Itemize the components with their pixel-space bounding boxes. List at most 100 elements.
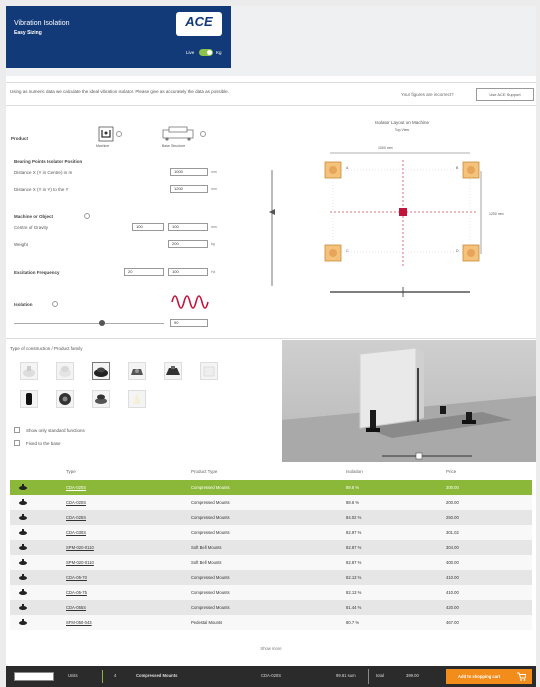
- row-type-link[interactable]: CDA-055S: [66, 605, 86, 610]
- family-thumb[interactable]: [56, 362, 74, 380]
- product-help-icon[interactable]: [116, 131, 122, 137]
- table-row[interactable]: CDA-025S Compressed Mounts 84.02 % 250.00: [10, 510, 532, 525]
- input-form: Product Machine Base Structure Bearing P…: [6, 114, 261, 334]
- isolation-slider-handle[interactable]: [99, 320, 105, 326]
- centre-gravity-x-input[interactable]: 100: [132, 223, 164, 231]
- table-row[interactable]: CDA-020S Compressed Mounts 89.8 % 200.00: [10, 480, 532, 495]
- distance-y-label: Distance X (Y in Y) to the Y: [14, 187, 69, 192]
- row-price: 250.00: [446, 515, 459, 520]
- weight-input[interactable]: 200: [168, 240, 208, 248]
- row-type-link[interactable]: CDA-025S: [66, 515, 86, 520]
- machine-option-label: Machine: [96, 144, 110, 148]
- isolation-input[interactable]: 90: [170, 319, 208, 327]
- mount-icon: [19, 544, 27, 550]
- quantity-box[interactable]: [14, 672, 54, 681]
- mount-icon: [19, 604, 27, 610]
- row-price: 200.00: [446, 485, 459, 490]
- col-header-type[interactable]: Type: [66, 469, 76, 474]
- family-thumb[interactable]: [20, 362, 38, 380]
- quantity-value: 4: [114, 673, 117, 678]
- isolator-icon[interactable]: [462, 161, 480, 179]
- machine-option-icon[interactable]: [98, 126, 114, 142]
- fixed-base-checkbox[interactable]: [14, 440, 20, 446]
- show-more-link[interactable]: Show more: [6, 646, 536, 651]
- col-header-product[interactable]: Product Type: [191, 469, 217, 474]
- centre-gravity-y-input[interactable]: 100: [168, 223, 208, 231]
- corner-label: A: [346, 166, 349, 170]
- footer-product-code: CDA-020S: [261, 673, 282, 678]
- row-isolation: 82.87 %: [346, 545, 362, 550]
- row-isolation: 80.7 %: [346, 620, 360, 625]
- row-price: 410.00: [446, 590, 459, 595]
- structure-help-icon[interactable]: [200, 131, 206, 137]
- unit-kg: kg: [211, 242, 215, 246]
- family-thumb[interactable]: [20, 390, 38, 408]
- machine-heading: Machine or Object: [14, 214, 54, 219]
- footer-product-type: Compressed Mounts: [136, 673, 178, 678]
- table-row[interactable]: CDA-055S Compressed Mounts 81.44 % 420.00: [10, 600, 532, 615]
- family-thumb[interactable]: [164, 362, 182, 380]
- standard-functions-checkbox[interactable]: [14, 427, 20, 433]
- centre-gravity-label: Centre of Gravity: [14, 225, 49, 230]
- isolator-icon[interactable]: [324, 244, 342, 262]
- family-thumb[interactable]: [92, 362, 110, 380]
- add-to-cart-button[interactable]: Add to shopping cart: [446, 669, 532, 684]
- table-row[interactable]: CDA-05-70 Compressed Mounts 82.13 % 410.00: [10, 570, 532, 585]
- base-structure-option-icon[interactable]: [161, 126, 197, 142]
- footer-total: 399.00: [406, 673, 419, 678]
- row-isolation: 82.97 %: [346, 530, 362, 535]
- row-product-type: Compressed Mounts: [191, 500, 230, 505]
- layout-plan: Isolator Layout on Machine Top View 1000…: [268, 116, 536, 338]
- row-isolation: 82.13 %: [346, 575, 362, 580]
- machine-help-icon[interactable]: [84, 213, 90, 219]
- family-thumb[interactable]: [92, 390, 110, 408]
- table-row[interactable]: CDA-05-75 Compressed Mounts 82.13 % 410.00: [10, 585, 532, 600]
- isolation-slider-track[interactable]: [14, 323, 164, 324]
- row-type-link[interactable]: SPM-020-0110: [66, 545, 94, 550]
- row-type-link[interactable]: CDA-05-70: [66, 575, 87, 580]
- mount-icon: [19, 514, 27, 520]
- row-type-link[interactable]: CDA-030S: [66, 530, 86, 535]
- ace-logo[interactable]: ACE: [176, 12, 222, 36]
- unit-toggle[interactable]: [199, 49, 213, 56]
- distance-y-input[interactable]: 1200: [170, 185, 208, 193]
- family-thumb[interactable]: [128, 390, 146, 408]
- row-type-link[interactable]: CDA-020S: [66, 500, 86, 505]
- family-thumb[interactable]: [200, 362, 218, 380]
- mount-icon: [19, 559, 27, 565]
- row-type-link[interactable]: CDA-05-75: [66, 590, 87, 595]
- 3d-preview[interactable]: [282, 340, 536, 462]
- isolation-help-icon[interactable]: [52, 301, 58, 307]
- page: Vibration Isolation Easy Sizing ACE Live…: [6, 6, 536, 687]
- corner-label: C: [346, 249, 349, 253]
- table-row[interactable]: CDA-030S Compressed Mounts 82.97 % 301.02: [10, 525, 532, 540]
- app-title: Vibration Isolation: [14, 20, 70, 27]
- row-isolation: 89.8 %: [346, 485, 360, 490]
- table-row[interactable]: SPM-020-0110 Soft Bell Mounts 82.87 % 304.0…: [10, 540, 532, 555]
- standard-functions-label: Show only standard functions: [26, 428, 85, 433]
- base-structure-option-label: Base Structure: [162, 144, 186, 148]
- add-to-cart-label: Add to shopping cart: [458, 674, 501, 679]
- isolator-icon[interactable]: [324, 161, 342, 179]
- distance-x-input[interactable]: 1000: [170, 168, 208, 176]
- row-type-link[interactable]: CDA-020S: [66, 485, 86, 490]
- frequency-from-input[interactable]: 20: [124, 268, 164, 276]
- row-type-link[interactable]: SPM-020-0110: [66, 560, 94, 565]
- table-row[interactable]: SFM-050-043 Pedestal Mounts 80.7 % 467.00: [10, 615, 532, 630]
- family-thumb[interactable]: [128, 362, 146, 380]
- isolator-icon[interactable]: [462, 244, 480, 262]
- table-row[interactable]: CDA-020S Compressed Mounts 88.6 % 200.00: [10, 495, 532, 510]
- section-divider: [6, 338, 536, 339]
- row-type-link[interactable]: SFM-050-043: [66, 620, 92, 625]
- col-header-isolation[interactable]: Isolation: [346, 469, 363, 474]
- footer-price-label: 99.81 sum: [336, 673, 356, 678]
- table-row[interactable]: SPM-020-0110 Soft Bell Mounts 82.87 % 400.0…: [10, 555, 532, 570]
- info-question[interactable]: Your figures are incorrect?: [401, 92, 454, 97]
- col-header-price[interactable]: Price: [446, 469, 456, 474]
- frequency-to-input[interactable]: 100: [168, 268, 208, 276]
- family-thumb[interactable]: [56, 390, 74, 408]
- row-price: 304.00: [446, 545, 459, 550]
- row-isolation: 82.87 %: [346, 560, 362, 565]
- support-button[interactable]: Use ACE Support: [476, 88, 534, 101]
- brand-banner: Vibration Isolation Easy Sizing ACE Live…: [6, 6, 231, 68]
